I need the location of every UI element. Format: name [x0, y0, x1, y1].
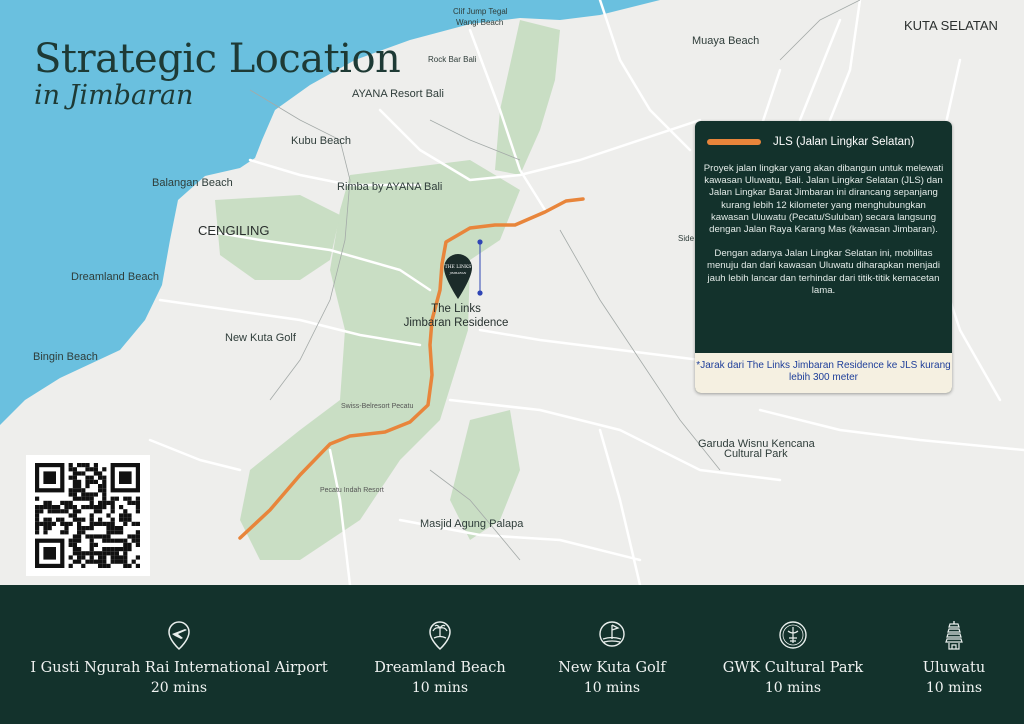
- destination-name: I Gusti Ngurah Rai International Airport: [30, 660, 328, 676]
- temple-icon: [945, 621, 963, 650]
- destination-time: 10 mins: [583, 680, 641, 696]
- qr-code[interactable]: [26, 455, 150, 576]
- destination-name: Dreamland Beach: [374, 660, 506, 676]
- destination-name: Uluwatu: [922, 660, 986, 676]
- qr-code-pattern: [35, 463, 140, 568]
- destination-bar: I Gusti Ngurah Rai International Airport…: [0, 585, 1024, 724]
- map-label: CENGILING: [198, 223, 270, 238]
- map-label: Dreamland Beach: [71, 271, 160, 283]
- distance-note: *Jarak dari The Links Jimbaran Residence…: [695, 353, 952, 393]
- map-legend: JLS (Jalan Lingkar Selatan): [707, 134, 914, 150]
- statue-icon: [779, 621, 807, 649]
- map-label: Side: [678, 234, 695, 243]
- map-label: Clif Jump Tegal: [453, 7, 508, 16]
- destination-name: GWK Cultural Park: [722, 660, 864, 676]
- legend-road-swatch: [707, 139, 761, 145]
- map-label: Bingin Beach: [33, 351, 98, 363]
- map-label: AYANA Resort Bali: [352, 88, 444, 100]
- map-label: Swiss-Belresort Pecatu: [341, 403, 414, 410]
- pin-label-line: Jimbaran Residence: [403, 317, 509, 329]
- info-description: Proyek jalan lingkar yang akan dibangun …: [701, 163, 946, 309]
- legend-label: JLS (Jalan Lingkar Selatan): [773, 136, 915, 148]
- page-subtitle: in Jimbaran: [34, 80, 194, 111]
- destination-time: 10 mins: [764, 680, 822, 696]
- airplane-icon: [168, 621, 190, 651]
- map-label: Rock Bar Bali: [428, 55, 477, 64]
- destination-time: 20 mins: [150, 680, 208, 696]
- destination-name: New Kuta Golf: [558, 660, 666, 676]
- map-label: KUTA SELATAN: [904, 18, 998, 33]
- page-title: Strategic Location: [34, 36, 401, 82]
- destination-time: 10 mins: [925, 680, 983, 696]
- map-label: Pecatu Indah Resort: [320, 487, 384, 494]
- access-road-point: [477, 290, 483, 296]
- access-road-point: [477, 239, 483, 245]
- info-paragraph: Dengan adanya Jalan Lingkar Selatan ini,…: [706, 248, 941, 296]
- destination-time: 10 mins: [411, 680, 469, 696]
- pin-label: The Links Jimbaran Residence: [390, 302, 522, 330]
- map-label: Kubu Beach: [291, 135, 351, 147]
- golf-icon: [599, 621, 625, 647]
- map-label: New Kuta Golf: [225, 332, 296, 344]
- map-label: Rimba by AYANA Bali: [337, 181, 443, 193]
- info-paragraph: Proyek jalan lingkar yang akan dibangun …: [703, 163, 944, 236]
- pin-logo-text: JIMBARAN: [449, 271, 467, 275]
- map-label: Muaya Beach: [692, 35, 760, 47]
- jls-info-box: JLS (Jalan Lingkar Selatan) Proyek jalan…: [695, 121, 952, 393]
- beach-icon: [429, 621, 451, 651]
- pin-logo-text: THE LINKS: [445, 264, 472, 270]
- map-label: Cultural Park: [724, 448, 788, 460]
- location-map-page: THE LINKS JIMBARAN Strategic Location in…: [0, 0, 1024, 724]
- map-label: Masjid Agung Palapa: [420, 518, 524, 530]
- map-label: Balangan Beach: [152, 177, 233, 189]
- map-label: Wangi Beach: [456, 18, 504, 27]
- pin-label-line: The Links: [431, 303, 481, 315]
